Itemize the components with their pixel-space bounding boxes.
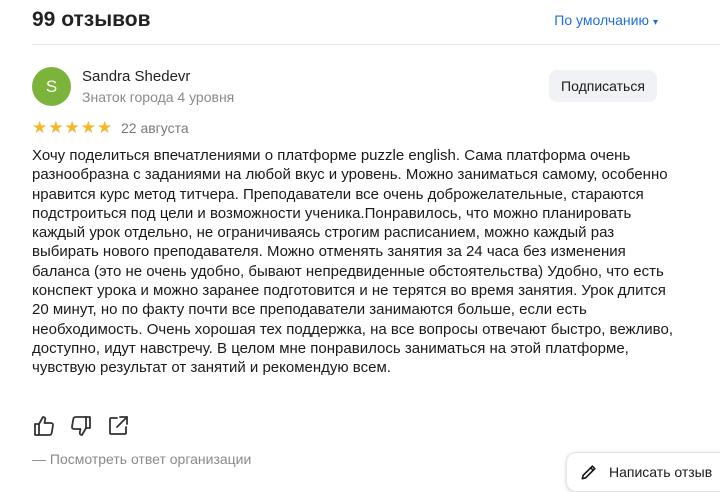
author-level: Знаток города 4 уровня xyxy=(82,89,235,105)
write-review-button[interactable]: Написать отзыв xyxy=(566,452,720,492)
rating-stars: ★ ★ ★ ★ ★ xyxy=(32,118,113,138)
sort-label: По умолчанию xyxy=(554,12,649,28)
review-date: 22 августа xyxy=(121,120,189,136)
chevron-down-icon: ▾ xyxy=(652,17,658,28)
sort-dropdown[interactable]: По умолчанию ▾ xyxy=(554,10,658,33)
header-divider xyxy=(32,44,720,45)
thumbs-up-icon[interactable] xyxy=(32,414,56,438)
write-review-label: Написать отзыв xyxy=(609,464,713,480)
avatar[interactable]: S xyxy=(32,67,71,106)
reviews-header: 99 отзывов По умолчанию ▾ xyxy=(32,6,658,34)
org-reply-link[interactable]: — Посмотреть ответ организации xyxy=(32,450,251,468)
share-icon[interactable] xyxy=(106,414,130,438)
pencil-icon xyxy=(581,465,596,480)
subscribe-button[interactable]: Подписаться xyxy=(549,70,657,102)
star-icon: ★ xyxy=(97,118,113,137)
star-icon: ★ xyxy=(80,118,96,137)
reviews-count: 99 отзывов xyxy=(32,8,151,31)
star-icon: ★ xyxy=(48,118,64,137)
review-text: Хочу поделиться впечатлениями о платформ… xyxy=(32,147,673,377)
review-actions xyxy=(32,414,130,438)
star-icon: ★ xyxy=(64,118,80,137)
author-name[interactable]: Sandra Shedevr xyxy=(82,67,190,87)
star-icon: ★ xyxy=(32,118,48,137)
thumbs-down-icon[interactable] xyxy=(69,414,93,438)
